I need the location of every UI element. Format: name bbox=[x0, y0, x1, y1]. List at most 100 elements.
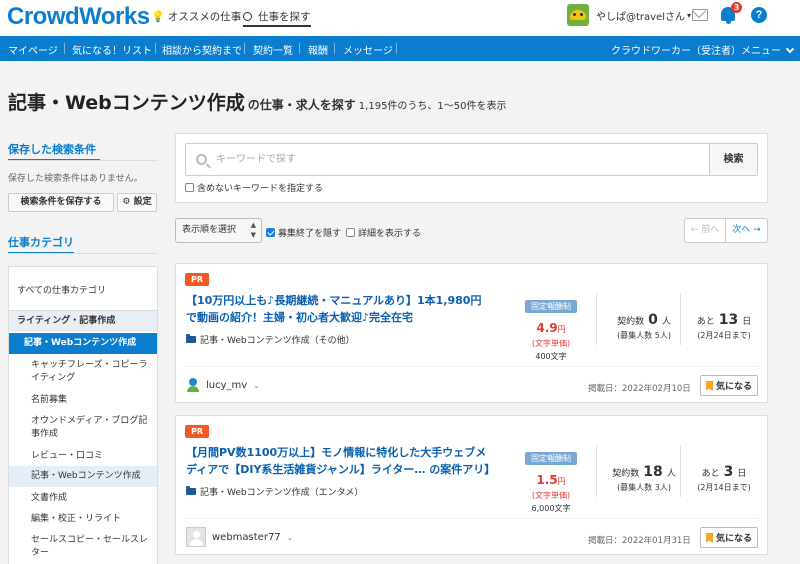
client-link[interactable]: lucy_mv ⌄ bbox=[186, 378, 260, 392]
logo[interactable]: CrowdWorks bbox=[7, 3, 150, 31]
bookmark-icon bbox=[705, 533, 713, 543]
client-name: webmaster77 bbox=[212, 531, 281, 543]
category-parent-row[interactable]: ライティング・記事作成 bbox=[9, 310, 157, 332]
recommended-jobs-link[interactable]: 💡 オススメの仕事 bbox=[151, 9, 241, 24]
category-current-row[interactable]: 記事・Webコンテンツ作成 bbox=[9, 466, 157, 487]
pay-amount: 4.9円 bbox=[511, 321, 591, 335]
worker-menu[interactable]: クラウドワーカー（受注者）メニュー bbox=[611, 42, 795, 57]
pay-amount-value: 1.5 bbox=[536, 473, 558, 487]
recruits-count: (募集人数 3人) bbox=[617, 483, 671, 492]
chevron-down-icon: ▾ bbox=[687, 10, 692, 20]
exclude-keywords-option[interactable]: 含めないキーワードを指定する bbox=[185, 181, 323, 194]
category-label: イティング bbox=[31, 373, 76, 383]
deadline-date: (2月14日まで) bbox=[697, 483, 751, 492]
nav-favorites[interactable]: 気になる！リスト bbox=[72, 42, 152, 57]
favorite-button[interactable]: 気になる bbox=[700, 375, 758, 396]
posted-date: 掲載日：2022年01月31日 bbox=[588, 536, 691, 546]
next-page-button[interactable]: 次へ → bbox=[725, 218, 768, 243]
divider bbox=[185, 518, 758, 519]
category-selected[interactable]: 記事・Webコンテンツ作成 bbox=[9, 333, 157, 354]
category-catchphrase[interactable]: キャッチフレーズ・コピーラ イティング bbox=[31, 359, 148, 385]
category-label: キャッチフレーズ・コピーラ bbox=[31, 360, 148, 370]
nav-earnings[interactable]: 報酬 bbox=[308, 42, 328, 57]
find-jobs-link[interactable]: 仕事を探す bbox=[243, 9, 311, 27]
nav-messages[interactable]: メッセージ bbox=[343, 42, 393, 57]
find-jobs-label: 仕事を探す bbox=[258, 11, 311, 23]
deadline-date: (2月24日まで) bbox=[697, 331, 751, 340]
contracts-info: 契約数 0 人 (募集人数 5人) bbox=[604, 312, 684, 341]
contracts-prefix: 契約数 bbox=[617, 317, 645, 327]
page-title-category: 記事・Webコンテンツ作成 bbox=[8, 92, 245, 114]
remaining-suffix: 日 bbox=[737, 469, 747, 479]
bookmark-icon bbox=[705, 381, 713, 391]
main-nav: マイページ 気になる！リスト 相談から契約まで 契約一覧 報酬 メッセージ クラ… bbox=[0, 36, 800, 61]
search-button[interactable]: 検索 bbox=[710, 143, 758, 176]
divider bbox=[185, 366, 758, 367]
hide-closed-option[interactable]: 募集終了を隠す bbox=[266, 226, 341, 239]
category-list: すべての仕事カテゴリ ライティング・記事作成 記事・Webコンテンツ作成 キャッ… bbox=[8, 266, 158, 564]
favorite-button[interactable]: 気になる bbox=[700, 527, 758, 548]
remaining-days: 13 bbox=[718, 312, 739, 328]
hide-closed-checkbox[interactable] bbox=[266, 228, 275, 237]
contracts-suffix: 人 bbox=[661, 317, 671, 327]
nav-mypage[interactable]: マイページ bbox=[8, 42, 58, 57]
sort-select[interactable]: 表示順を選択 ▲ ▼ bbox=[175, 218, 262, 243]
pay-basis: (文字単価) bbox=[531, 339, 571, 348]
pr-badge: PR bbox=[185, 425, 209, 438]
saved-conditions-title: 保存した検索条件 bbox=[8, 143, 96, 156]
sort-select-label: 表示順を選択 bbox=[182, 225, 237, 235]
search-icon bbox=[196, 154, 207, 165]
help-icon[interactable]: ? bbox=[751, 7, 767, 23]
divider bbox=[680, 445, 681, 497]
category-naming[interactable]: 名前募集 bbox=[31, 394, 67, 407]
page-title-suffix: の仕事・求人を探す bbox=[247, 98, 356, 112]
show-details-checkbox[interactable] bbox=[346, 228, 355, 237]
divider bbox=[596, 445, 597, 497]
pay-char-count: 400文字 bbox=[535, 352, 567, 361]
pay-basis: (文字単価) bbox=[531, 491, 571, 500]
remaining-line: あと 13 日 bbox=[688, 312, 760, 328]
show-details-option[interactable]: 詳細を表示する bbox=[346, 226, 421, 239]
search-input[interactable] bbox=[216, 144, 706, 175]
pay-amount: 1.5円 bbox=[511, 473, 591, 487]
hide-closed-label: 募集終了を隠す bbox=[278, 229, 342, 239]
category-web-content-sub: 記事・Webコンテンツ作成 bbox=[31, 471, 141, 481]
deadline-info: あと 13 日 (2月24日まで) bbox=[688, 312, 760, 341]
category-owned-media[interactable]: オウンドメディア・ブログ記 事作成 bbox=[31, 415, 147, 441]
category-title: 仕事カテゴリ bbox=[8, 236, 74, 249]
job-category-link[interactable]: 記事・Webコンテンツ作成（その他） bbox=[186, 333, 355, 346]
category-review[interactable]: レビュー・口コミ bbox=[31, 450, 103, 463]
settings-button[interactable]: ⚙ 設定 bbox=[117, 193, 157, 212]
posted-date: 掲載日：2022年02月10日 bbox=[588, 384, 691, 394]
mail-icon[interactable] bbox=[692, 9, 708, 21]
deadline-info: あと 3 日 (2月14日まで) bbox=[688, 464, 760, 493]
contracts-line: 契約数 0 人 bbox=[604, 312, 684, 328]
client-avatar bbox=[186, 378, 200, 392]
job-title-link[interactable]: 【月間PV数1100万以上】モノ情報に特化した大手ウェブメディアで【DIY系生活… bbox=[186, 444, 495, 478]
nav-contracts[interactable]: 契約一覧 bbox=[253, 42, 293, 57]
notification-badge: 3 bbox=[731, 2, 742, 13]
category-editing[interactable]: 編集・校正・リライト bbox=[31, 513, 121, 526]
category-writing: ライティング・記事作成 bbox=[17, 316, 116, 326]
category-label: セールスコピー・セールスレ bbox=[31, 535, 149, 545]
job-category-link[interactable]: 記事・Webコンテンツ作成（エンタメ） bbox=[186, 485, 363, 498]
client-name: lucy_mv bbox=[206, 379, 248, 391]
save-conditions-button[interactable]: 検索条件を保存する bbox=[8, 193, 114, 212]
job-title-link[interactable]: 【10万円以上も♪長期継続・マニュアルあり】1本1,980円で動画の紹介！主婦・… bbox=[186, 292, 491, 326]
contracts-count: 18 bbox=[643, 464, 663, 480]
category-sales-copy[interactable]: セールスコピー・セールスレ ター bbox=[31, 534, 148, 560]
pay-type-label: 固定報酬制 bbox=[525, 452, 577, 465]
nav-divider bbox=[396, 43, 397, 54]
contracts-count: 0 bbox=[648, 312, 658, 328]
user-menu[interactable]: やしぱ@travelさん ▾ bbox=[567, 4, 691, 26]
exclude-keywords-label: 含めないキーワードを指定する bbox=[197, 184, 324, 194]
folder-icon bbox=[186, 334, 196, 343]
client-link[interactable]: webmaster77 ⌄ bbox=[186, 527, 293, 547]
category-all[interactable]: すべての仕事カテゴリ bbox=[17, 285, 106, 298]
remaining-line: あと 3 日 bbox=[688, 464, 760, 480]
category-documents[interactable]: 文書作成 bbox=[31, 492, 67, 505]
nav-consult-to-contract[interactable]: 相談から契約まで bbox=[162, 42, 242, 57]
chevron-down-icon: ⌄ bbox=[253, 380, 260, 390]
exclude-keywords-checkbox[interactable] bbox=[185, 183, 194, 192]
prev-page-button[interactable]: ← 前へ bbox=[684, 218, 726, 243]
